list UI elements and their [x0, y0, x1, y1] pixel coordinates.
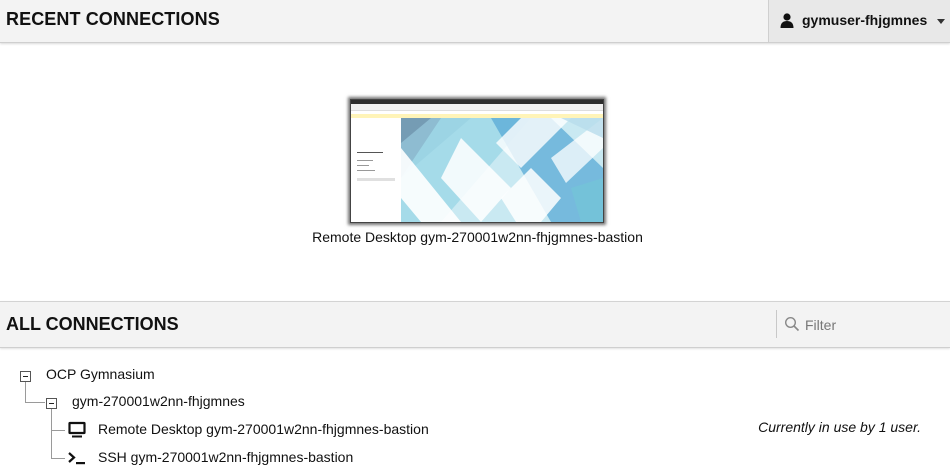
connection-tree: OCP Gymnasium gym-270001w2nn-fhjgmnes Re… — [0, 350, 950, 475]
page-title: RECENT CONNECTIONS — [6, 9, 220, 29]
thumbnail-text-line — [357, 170, 375, 171]
recent-connection-label[interactable]: Remote Desktop gym-270001w2nn-fhjgmnes-b… — [0, 229, 950, 245]
connection-label[interactable]: SSH gym-270001w2nn-fhjgmnes-bastion — [98, 449, 353, 465]
tree-subgroup-label[interactable]: gym-270001w2nn-fhjgmnes — [72, 393, 245, 409]
tree-connector — [51, 458, 65, 459]
tree-connector — [51, 407, 52, 458]
filter-divider — [776, 310, 777, 338]
terminal-icon — [68, 452, 85, 465]
thumbnail-text-line — [357, 152, 383, 153]
usage-status: Currently in use by 1 user. — [758, 419, 921, 435]
tree-connector — [25, 380, 26, 402]
top-header: RECENT CONNECTIONS gymuser-fhjgmnes — [0, 0, 950, 43]
monitor-icon — [68, 421, 86, 438]
thumbnail-text-line — [357, 165, 369, 166]
tree-connector — [51, 430, 65, 431]
recent-connections-panel: Remote Desktop gym-270001w2nn-fhjgmnes-b… — [0, 43, 950, 301]
thumbnail-input — [357, 178, 395, 181]
thumbnail-text-line — [357, 160, 373, 161]
connection-label[interactable]: Remote Desktop gym-270001w2nn-fhjgmnes-b… — [98, 421, 429, 437]
tree-connector — [25, 402, 45, 403]
section-title: ALL CONNECTIONS — [6, 314, 179, 334]
user-icon — [780, 13, 794, 28]
search-icon — [784, 316, 800, 332]
collapse-group-toggle[interactable] — [20, 371, 31, 382]
all-connections-header: ALL CONNECTIONS — [0, 301, 950, 348]
chevron-down-icon — [937, 19, 945, 24]
recent-connection-thumbnail[interactable] — [350, 99, 604, 223]
filter-input[interactable] — [803, 313, 947, 337]
username-label: gymuser-fhjgmnes — [802, 12, 928, 28]
user-menu[interactable]: gymuser-fhjgmnes — [768, 0, 950, 42]
tree-group-label[interactable]: OCP Gymnasium — [46, 366, 155, 382]
thumbnail-toolbar — [351, 104, 603, 111]
desktop-wallpaper-image — [401, 118, 603, 222]
collapse-subgroup-toggle[interactable] — [46, 398, 57, 409]
